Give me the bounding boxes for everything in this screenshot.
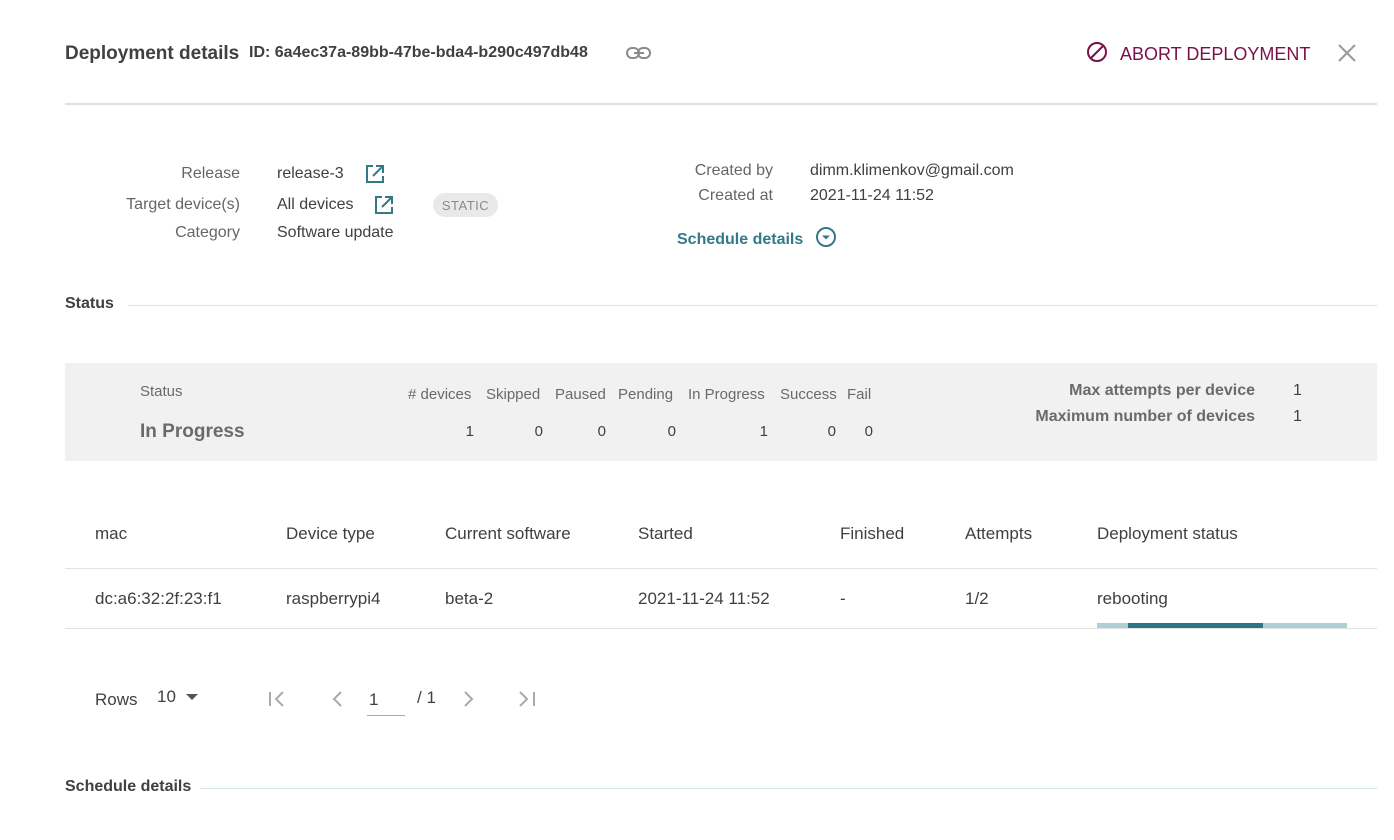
- finished-cell: -: [840, 589, 846, 608]
- chevron-down-circle-icon: [815, 226, 837, 253]
- first-page-icon[interactable]: [266, 688, 288, 710]
- block-icon: [1086, 41, 1108, 68]
- device-type-cell: raspberrypi4: [286, 589, 381, 608]
- count-header-pending: Pending: [618, 386, 674, 403]
- last-page-icon[interactable]: [516, 688, 538, 710]
- status-value: In Progress: [140, 421, 245, 442]
- column-header-started[interactable]: Started: [638, 524, 693, 544]
- header-divider: [65, 103, 1377, 105]
- count-header-success: Success: [780, 386, 837, 403]
- open-in-new-icon[interactable]: [364, 163, 386, 185]
- count-value-success: 0: [827, 423, 836, 440]
- created-at-value: 2021-11-24 11:52: [810, 187, 934, 204]
- dropdown-arrow-icon: [185, 688, 198, 706]
- max-devices-label: Maximum number of devices: [1035, 408, 1255, 425]
- max-devices-value: 1: [1293, 408, 1302, 425]
- count-header-devices: # devices: [408, 386, 472, 403]
- device-mac-link[interactable]: dc:a6:32:2f:23:f1: [95, 589, 222, 609]
- max-attempts-label: Max attempts per device: [1069, 382, 1255, 399]
- table-row-divider: [65, 628, 1377, 629]
- status-label: Status: [140, 383, 183, 400]
- count-header-skipped: Skipped: [486, 386, 541, 403]
- status-section-title: Status: [65, 295, 114, 312]
- count-value-in-progress: 1: [759, 423, 768, 440]
- category-label: Category: [175, 224, 240, 241]
- created-at-label: Created at: [698, 187, 773, 204]
- schedule-section-title: Schedule details: [65, 778, 192, 795]
- current-software-link[interactable]: beta-2: [445, 589, 493, 609]
- page-total: / 1: [417, 688, 436, 707]
- count-value-pending: 0: [667, 423, 676, 440]
- page-number-input[interactable]: [367, 684, 405, 716]
- category-value: Software update: [277, 224, 394, 241]
- abort-deployment-button[interactable]: ABORT DEPLOYMENT: [1086, 41, 1311, 68]
- count-value-skipped: 0: [534, 423, 543, 440]
- schedule-section-divider: [200, 788, 1377, 789]
- release-link[interactable]: release-3: [277, 165, 344, 183]
- started-cell: 2021-11-24 11:52: [638, 589, 770, 608]
- previous-page-icon[interactable]: [327, 688, 349, 710]
- copy-link-icon[interactable]: [625, 42, 653, 64]
- column-header-mac[interactable]: mac: [95, 524, 127, 544]
- column-header-deployment-status[interactable]: Deployment status: [1097, 524, 1238, 544]
- schedule-details-toggle[interactable]: Schedule details: [677, 226, 837, 253]
- status-section-divider: [128, 305, 1377, 306]
- rows-per-page-label: Rows: [95, 690, 138, 709]
- count-header-fail: Fail: [847, 386, 872, 403]
- target-devices-label: Target device(s): [126, 196, 240, 213]
- page-title: Deployment details: [65, 43, 240, 64]
- created-by-value: dimm.klimenkov@gmail.com: [810, 162, 1014, 179]
- schedule-details-toggle-label: Schedule details: [677, 230, 804, 248]
- static-chip: STATIC: [433, 193, 498, 217]
- column-header-current-software[interactable]: Current software: [445, 524, 571, 544]
- close-icon[interactable]: [1334, 40, 1360, 66]
- count-header-paused: Paused: [555, 386, 606, 403]
- target-devices-link[interactable]: All devices: [277, 196, 353, 214]
- created-by-label: Created by: [694, 162, 773, 179]
- rows-per-page-select[interactable]: 10: [157, 687, 198, 707]
- release-label: Release: [181, 165, 240, 182]
- next-page-icon[interactable]: [457, 688, 479, 710]
- column-header-finished[interactable]: Finished: [840, 524, 904, 544]
- count-value-paused: 0: [597, 423, 606, 440]
- max-attempts-value: 1: [1293, 382, 1302, 399]
- count-value-fail: 0: [864, 423, 873, 440]
- rows-per-page-value: 10: [157, 687, 176, 706]
- column-header-attempts[interactable]: Attempts: [965, 524, 1032, 544]
- abort-deployment-label: ABORT DEPLOYMENT: [1120, 43, 1311, 64]
- column-header-device-type[interactable]: Device type: [286, 524, 375, 544]
- deployment-id: ID: 6a4ec37a-89bb-47be-bda4-b290c497db48: [249, 44, 588, 61]
- count-value-devices: 1: [465, 423, 474, 440]
- deployment-status-cell: rebooting: [1097, 589, 1168, 608]
- attempts-cell: 1/2: [965, 589, 989, 608]
- count-header-in-progress: In Progress: [688, 386, 765, 403]
- open-in-new-icon[interactable]: [373, 194, 395, 216]
